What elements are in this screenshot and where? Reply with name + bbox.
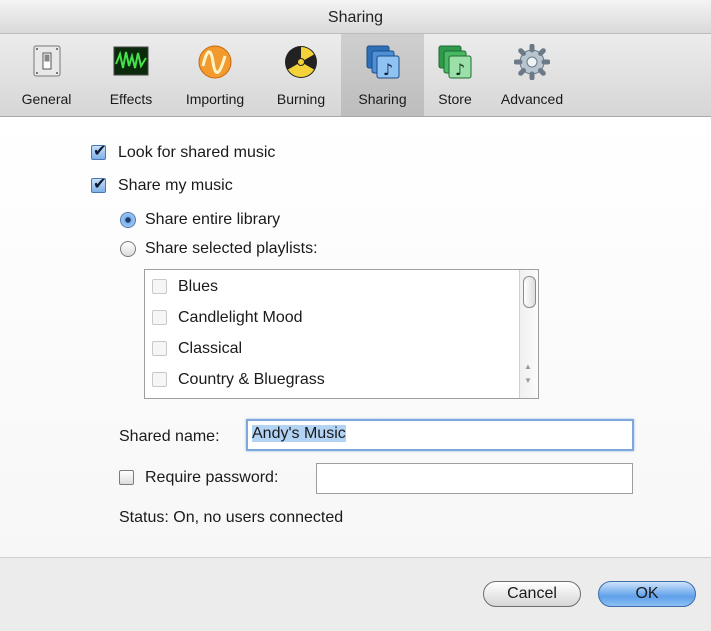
waveform-icon: [113, 46, 149, 76]
tab-sharing[interactable]: ♪ Sharing: [341, 34, 424, 116]
share-my-music-checkbox[interactable]: [91, 174, 106, 193]
window-title: Sharing: [0, 0, 711, 34]
look-for-shared-label: Look for shared music: [118, 144, 276, 161]
playlist-scrollbar[interactable]: ▲ ▼: [519, 270, 538, 398]
tab-burning[interactable]: Burning: [261, 34, 341, 116]
scroll-down-arrow-icon[interactable]: ▼: [524, 376, 532, 385]
tab-general-label: General: [21, 91, 72, 107]
dialog-button-bar: Cancel OK: [0, 557, 711, 631]
tab-advanced[interactable]: Advanced: [486, 34, 578, 116]
password-field[interactable]: [316, 463, 633, 494]
radiation-icon: [285, 46, 317, 78]
look-for-shared-checkbox[interactable]: [91, 141, 106, 160]
playlist-label: Candlelight Mood: [178, 309, 303, 326]
sharing-pane: Look for shared music Share my music Sha…: [0, 117, 711, 557]
ok-button[interactable]: OK: [598, 581, 696, 607]
gear-icon: [514, 44, 550, 80]
svg-text:♪: ♪: [455, 60, 465, 79]
playlist-label: Country & Bluegrass: [178, 371, 325, 388]
playlist-checkbox[interactable]: [152, 279, 167, 294]
scrollbar-thumb[interactable]: [523, 276, 536, 308]
preferences-toolbar: General Effects Importing Burning ♪ Shar…: [0, 34, 711, 117]
tab-effects-label: Effects: [109, 91, 153, 107]
shared-name-field[interactable]: Andy's Music: [246, 419, 634, 451]
tab-importing[interactable]: Importing: [169, 34, 261, 116]
tab-effects[interactable]: Effects: [93, 34, 169, 116]
playlist-label: Blues: [178, 278, 219, 295]
share-entire-library-label: Share entire library: [145, 211, 281, 228]
switch-icon: [33, 45, 60, 77]
tab-importing-label: Importing: [185, 91, 245, 107]
require-password-label: Require password:: [145, 469, 279, 486]
shared-music-icon: ♪: [366, 45, 399, 79]
tab-sharing-label: Sharing: [358, 91, 407, 107]
sharing-status: Status: On, no users connected: [119, 509, 344, 526]
share-entire-library-radio[interactable]: [120, 212, 136, 228]
share-my-music-label: Share my music: [118, 177, 233, 194]
svg-text:♪: ♪: [382, 60, 392, 79]
playlist-checkbox[interactable]: [152, 341, 167, 356]
tab-general[interactable]: General: [0, 34, 93, 116]
shared-name-value: Andy's Music: [252, 425, 346, 442]
wave-circle-icon: [198, 45, 232, 79]
share-selected-playlists-radio[interactable]: [120, 241, 136, 257]
playlist-checkbox[interactable]: [152, 310, 167, 325]
playlist-checkbox[interactable]: [152, 372, 167, 387]
tab-burning-label: Burning: [276, 91, 326, 107]
share-selected-playlists-label: Share selected playlists:: [145, 240, 318, 257]
preferences-window: Sharing General Effects Importing Burnin…: [0, 0, 711, 631]
tab-store[interactable]: ♪ Store: [424, 34, 486, 116]
shared-name-label: Shared name:: [119, 428, 220, 445]
tab-advanced-label: Advanced: [500, 91, 564, 107]
cancel-button[interactable]: Cancel: [483, 581, 581, 607]
require-password-checkbox[interactable]: [119, 470, 134, 485]
store-music-icon: ♪: [438, 45, 472, 79]
playlist-list[interactable]: Blues Candlelight Mood Classical Country…: [144, 269, 539, 399]
tab-store-label: Store: [438, 91, 472, 107]
playlist-label: Classical: [178, 340, 243, 357]
scroll-up-arrow-icon[interactable]: ▲: [524, 362, 532, 371]
